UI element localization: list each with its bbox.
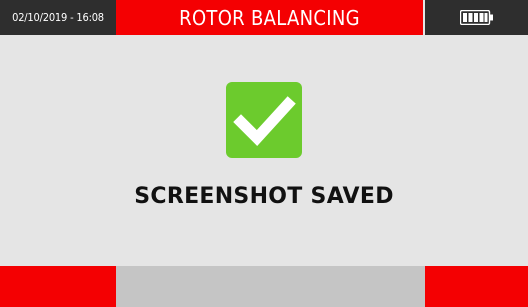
datetime-display: 02/10/2019 - 16:08 <box>0 0 116 35</box>
success-status-tile <box>226 82 302 158</box>
softkey-left[interactable] <box>0 266 116 307</box>
softkey-bar <box>0 266 528 307</box>
page-title: ROTOR BALANCING <box>116 0 423 35</box>
header-bar: 02/10/2019 - 16:08 ROTOR BALANCING <box>0 0 528 35</box>
checkmark-icon <box>233 96 296 146</box>
battery-full-icon <box>460 10 493 25</box>
battery-indicator <box>425 0 528 35</box>
softkey-right[interactable] <box>425 266 528 307</box>
softkey-center[interactable] <box>116 266 425 307</box>
device-screen: 02/10/2019 - 16:08 ROTOR BALANCING SCREE… <box>0 0 528 307</box>
status-message: SCREENSHOT SAVED <box>134 184 394 209</box>
